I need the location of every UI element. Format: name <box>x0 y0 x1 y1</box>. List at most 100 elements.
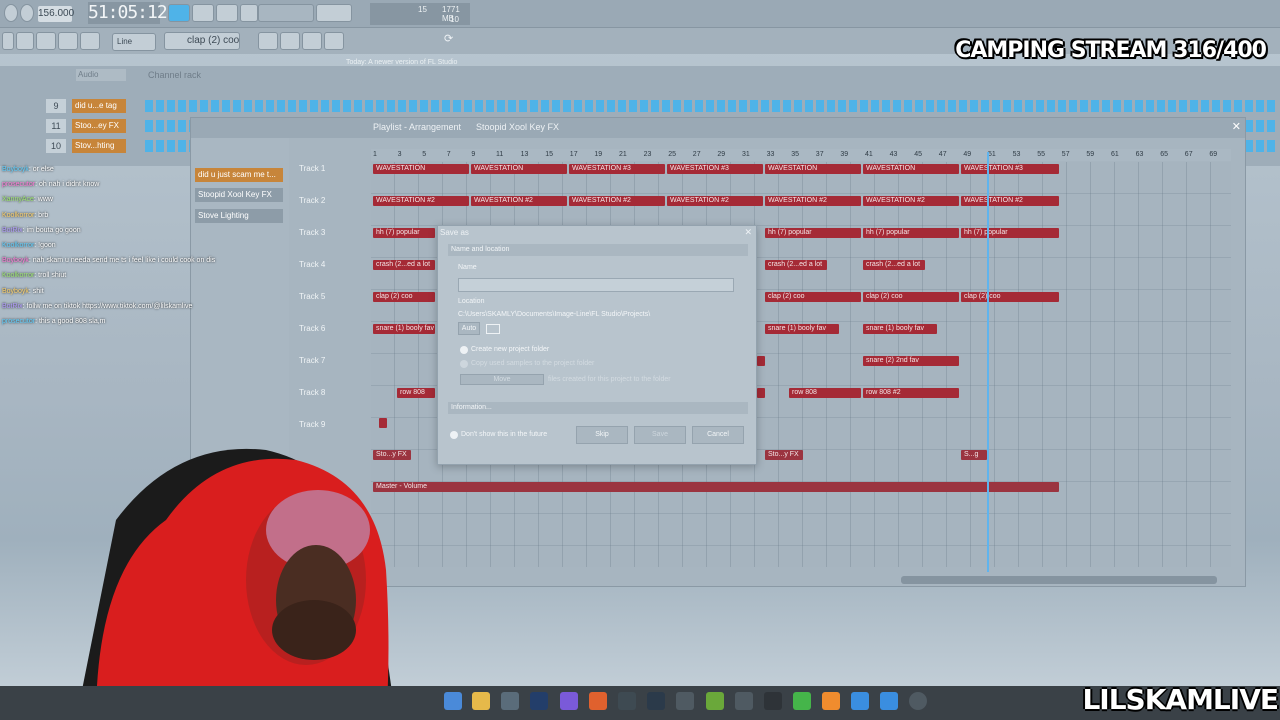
track-label[interactable]: Track 4 <box>299 260 359 269</box>
clip[interactable]: clap (2) coo <box>373 292 435 302</box>
media-player-icon[interactable] <box>909 692 927 710</box>
clip[interactable]: hh (7) popular <box>765 228 861 238</box>
folder-icon[interactable] <box>486 324 500 334</box>
blend-notes-button[interactable] <box>324 32 344 50</box>
clip[interactable]: snare (1) booly fav <box>765 324 839 334</box>
clip[interactable]: crash (2...ed a lot <box>765 260 827 270</box>
automation-clip[interactable]: S...g <box>961 450 987 460</box>
clip[interactable]: WAVESTATION #3 <box>569 164 665 174</box>
auto-button[interactable]: Auto <box>458 322 480 335</box>
clip[interactable]: crash (2...ed a lot <box>863 260 925 270</box>
clip[interactable]: hh (7) popular <box>373 228 435 238</box>
channel-group-select[interactable]: Audio <box>76 69 126 81</box>
clip[interactable]: WAVESTATION <box>471 164 567 174</box>
tempo-display[interactable]: 156.000 <box>38 6 74 22</box>
clip[interactable]: WAVESTATION #2 <box>373 196 469 206</box>
information-section[interactable]: Information... <box>448 402 748 414</box>
clip[interactable]: snare (1) booly fav <box>373 324 435 334</box>
stop-button[interactable] <box>20 4 34 22</box>
channel-number[interactable]: 9 <box>46 99 66 113</box>
channel-name[interactable]: did u...e tag <box>72 99 126 113</box>
clip[interactable]: WAVESTATION #2 <box>765 196 861 206</box>
skip-button[interactable]: Skip <box>576 426 628 444</box>
clip[interactable] <box>757 388 765 398</box>
tool-icon-1[interactable] <box>2 32 14 50</box>
channel-name[interactable]: Stov...hting <box>72 139 126 153</box>
record-button[interactable] <box>4 4 18 22</box>
track-label[interactable]: Track 3 <box>299 228 359 237</box>
update-icon[interactable]: ⟳ <box>444 32 453 45</box>
clip[interactable]: clap (2) coo <box>961 292 1059 302</box>
clip[interactable]: WAVESTATION <box>863 164 959 174</box>
capcut-icon[interactable] <box>764 692 782 710</box>
clip[interactable]: WAVESTATION #2 <box>863 196 959 206</box>
playhead[interactable] <box>987 152 989 572</box>
tool-icon-2[interactable] <box>16 32 34 50</box>
overdub-button[interactable] <box>280 32 300 50</box>
clip[interactable]: row 808 #2 <box>863 388 959 398</box>
clip[interactable]: WAVESTATION #2 <box>961 196 1059 206</box>
countdown-button[interactable] <box>240 4 258 22</box>
save-button[interactable]: Save <box>634 426 686 444</box>
track-label[interactable]: Track 2 <box>299 196 359 205</box>
folder-icon[interactable] <box>472 692 490 710</box>
close-icon[interactable]: ✕ <box>744 227 752 238</box>
radio-create-folder[interactable] <box>460 346 468 354</box>
automation-clip[interactable]: Sto...y FX <box>765 450 803 460</box>
clip[interactable]: clap (2) coo <box>765 292 861 302</box>
clip[interactable]: crash (2...ed a lot <box>373 260 435 270</box>
snap-select[interactable]: Line <box>112 33 156 51</box>
clip[interactable]: WAVESTATION <box>765 164 861 174</box>
spotify-icon[interactable] <box>793 692 811 710</box>
radio-copy-samples[interactable] <box>460 360 468 368</box>
track-label[interactable]: Track 9 <box>299 420 359 429</box>
clip[interactable]: hh (7) popular <box>961 228 1059 238</box>
close-icon[interactable]: ✕ <box>1232 120 1241 133</box>
clip[interactable]: hh (7) popular <box>863 228 959 238</box>
clip[interactable]: WAVESTATION #3 <box>961 164 1059 174</box>
clip[interactable]: clap (2) coo <box>863 292 959 302</box>
brave-icon[interactable] <box>589 692 607 710</box>
clip[interactable]: WAVESTATION #2 <box>667 196 763 206</box>
notepad-icon[interactable] <box>880 692 898 710</box>
name-input[interactable] <box>458 278 734 292</box>
step-edit-button[interactable] <box>258 32 278 50</box>
master-volume[interactable] <box>316 4 352 22</box>
pattern-select[interactable]: clap (2) coo <box>164 32 240 50</box>
fl-studio-icon[interactable] <box>822 692 840 710</box>
clip[interactable]: row 808 <box>789 388 861 398</box>
dont-show-checkbox[interactable] <box>450 431 458 439</box>
store-icon[interactable] <box>501 692 519 710</box>
track-label[interactable]: Track 7 <box>299 356 359 365</box>
clip[interactable]: snare (2) 2nd fav <box>863 356 959 366</box>
app-icon[interactable] <box>851 692 869 710</box>
pattern-song-toggle[interactable] <box>168 4 190 22</box>
timeline-ruler[interactable]: 1 3 5 7 9 11 13 15 17 19 21 23 25 27 29 31 33 35 37 39 41 43 4… <box>371 149 1231 161</box>
app-icon[interactable] <box>706 692 724 710</box>
mixer-icon[interactable] <box>36 32 56 50</box>
app-icon[interactable] <box>735 692 753 710</box>
mic-icon[interactable] <box>80 32 100 50</box>
cancel-button[interactable]: Cancel <box>692 426 744 444</box>
edge-icon[interactable] <box>444 692 462 710</box>
chrome-icon[interactable] <box>618 692 636 710</box>
channel-name[interactable]: Stoo...ey FX <box>72 119 126 133</box>
track-label[interactable]: Track 1 <box>299 164 359 173</box>
clip[interactable] <box>379 418 387 428</box>
clip[interactable]: snare (1) booly fav <box>863 324 937 334</box>
channel-number[interactable]: 11 <box>46 119 66 133</box>
typing-keyboard-button[interactable] <box>216 4 238 22</box>
metronome-button[interactable] <box>192 4 214 22</box>
steam-icon[interactable] <box>647 692 665 710</box>
loop-record-button[interactable] <box>302 32 322 50</box>
automation-clip[interactable]: Master - Volume <box>373 482 1059 492</box>
photoshop-icon[interactable] <box>530 692 548 710</box>
move-select[interactable]: Move <box>460 374 544 385</box>
clip[interactable]: WAVESTATION #3 <box>667 164 763 174</box>
clip[interactable] <box>757 356 765 366</box>
play-icon[interactable] <box>58 32 78 50</box>
step-buttons[interactable] <box>145 100 1275 112</box>
clip[interactable]: row 808 <box>397 388 435 398</box>
track-label[interactable]: Track 8 <box>299 388 359 397</box>
track-label[interactable]: Track 6 <box>299 324 359 333</box>
